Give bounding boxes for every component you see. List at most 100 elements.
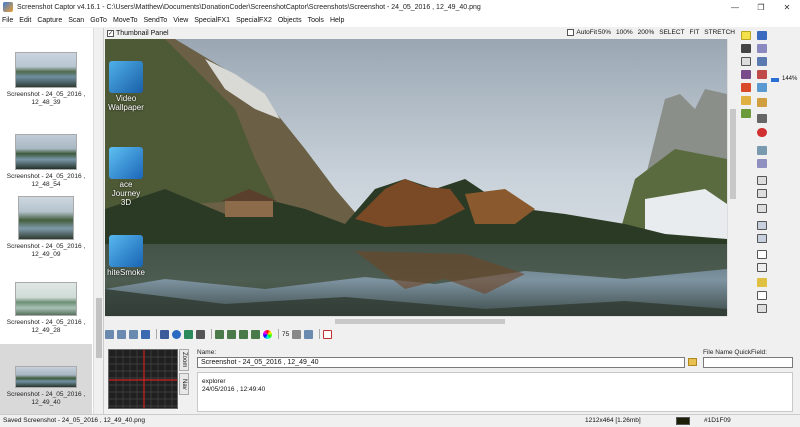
note-icon[interactable] — [323, 329, 333, 339]
menu-help[interactable]: Help — [330, 17, 344, 24]
zoom-slider[interactable]: 144% — [771, 75, 800, 85]
tab-zoom[interactable]: Zoom — [179, 349, 189, 371]
toolbar-divider — [211, 329, 212, 339]
image-icon[interactable] — [304, 329, 314, 339]
autofit-checkbox[interactable] — [567, 29, 575, 36]
lock-icon[interactable] — [141, 329, 150, 339]
menu-scan[interactable]: Scan — [68, 17, 84, 24]
image-dimensions: 1212x464 [1.26mb] — [585, 417, 641, 424]
zoom-slider-bar[interactable] — [771, 78, 779, 82]
menu-objects[interactable]: Objects — [278, 17, 302, 24]
status-message: Saved Screenshot - 24_05_2016 , 12_49_40… — [3, 417, 146, 424]
canvas-vertical-scrollbar[interactable] — [727, 39, 737, 316]
thumbnail-item[interactable]: Screenshot - 24_05_2016 , 12_48_39 — [0, 52, 92, 107]
delete-icon[interactable] — [757, 70, 767, 79]
thumbnail-scrollbar[interactable] — [93, 28, 103, 414]
filter-1-icon[interactable] — [215, 329, 224, 339]
zoom-fit-button[interactable]: FIT — [690, 29, 700, 36]
crop-icon[interactable] — [757, 204, 767, 213]
menu-moveto[interactable]: MoveTo — [113, 17, 138, 24]
thumbnail-item[interactable]: Screenshot - 24_05_2016 , 12_48_54 — [0, 134, 92, 189]
color-wheel-icon[interactable] — [263, 329, 272, 339]
tab-nav[interactable]: Nav — [179, 373, 189, 395]
printer-icon[interactable] — [757, 114, 767, 123]
zoom-200-button[interactable]: 200% — [638, 29, 655, 36]
filter-2-icon[interactable] — [227, 329, 236, 339]
grid-icon[interactable] — [757, 176, 767, 185]
name-field[interactable]: Screenshot - 24_05_2016 , 12_49_40 — [197, 357, 685, 368]
thumbnail-scrollbar-thumb[interactable] — [96, 298, 102, 358]
navigator-preview[interactable] — [108, 349, 178, 409]
image-adjust-icon[interactable] — [184, 329, 193, 339]
pen-tool-icon[interactable] — [741, 44, 751, 53]
link-icon[interactable] — [757, 159, 767, 168]
quality-value[interactable]: 75 — [282, 331, 289, 338]
zoom-50-button[interactable]: 50% — [598, 29, 611, 36]
stamp-tool-icon[interactable] — [741, 83, 751, 92]
thumbnail-item[interactable]: Screenshot - 24_05_2016 , 12_49_09 — [0, 196, 92, 259]
copy-icon[interactable] — [757, 44, 767, 53]
quickfield-input[interactable] — [703, 357, 793, 368]
shadow-icon[interactable] — [757, 263, 767, 272]
maximize-button[interactable]: ❐ — [748, 0, 774, 14]
menu-specialfx2[interactable]: SpecialFX2 — [236, 17, 272, 24]
select-region-icon[interactable] — [757, 189, 767, 198]
folder-icon[interactable] — [757, 98, 767, 107]
toolbar-divider — [156, 329, 157, 339]
zoom-percent: 144% — [782, 76, 798, 82]
filter-3-icon[interactable] — [239, 329, 248, 339]
highlight-tool-icon[interactable] — [741, 31, 751, 40]
brush-tool-icon[interactable] — [741, 70, 751, 79]
image-canvas[interactable]: Video Wallpaper ace Journey 3D hiteSmoke — [105, 39, 727, 316]
frame-icon[interactable] — [757, 234, 767, 243]
save-icon[interactable] — [757, 31, 767, 40]
canvas-horizontal-scrollbar-thumb[interactable] — [335, 319, 505, 324]
highlighter-icon[interactable] — [757, 278, 767, 287]
record-icon[interactable] — [757, 128, 767, 137]
filter-4-icon[interactable] — [251, 329, 260, 339]
monitor-icon[interactable] — [757, 146, 767, 155]
triangle-icon[interactable] — [196, 329, 205, 339]
bottom-toolbar: 75 — [105, 327, 405, 341]
globe-icon[interactable] — [172, 329, 181, 339]
video-wallpaper-icon — [109, 61, 143, 93]
menu-capture[interactable]: Capture — [37, 17, 62, 24]
upload-icon[interactable] — [757, 83, 767, 92]
resize-tool-icon[interactable] — [741, 109, 751, 118]
minimize-button[interactable]: — — [722, 0, 748, 14]
menu-edit[interactable]: Edit — [19, 17, 31, 24]
rotate-right-icon[interactable] — [117, 329, 126, 339]
menu-view[interactable]: View — [173, 17, 188, 24]
menu-sendto[interactable]: SendTo — [143, 17, 167, 24]
close-button[interactable]: ✕ — [774, 0, 800, 14]
thumbnail-item[interactable]: Screenshot - 24_05_2016 , 12_49_28 — [0, 282, 92, 335]
notes-field[interactable]: explorer 24/05/2016 , 12:49:40 — [197, 372, 793, 412]
contrast-icon[interactable] — [160, 329, 169, 339]
thumbnail-caption-time: 12_48_39 — [31, 99, 61, 106]
app-icon — [3, 2, 13, 12]
email-icon[interactable] — [757, 57, 767, 66]
zoom-100-button[interactable]: 100% — [616, 29, 633, 36]
thumbnail-panel-checkbox[interactable]: ✓ — [107, 30, 114, 37]
flip-icon[interactable] — [129, 329, 138, 339]
space-journey-icon — [109, 147, 143, 179]
menu-tools[interactable]: Tools — [308, 17, 324, 24]
zoom-select-button[interactable]: SELECT — [659, 29, 684, 36]
rectangle-icon[interactable] — [757, 250, 767, 259]
window-icon[interactable] — [757, 221, 767, 230]
crop-tool-icon[interactable] — [741, 96, 751, 105]
settings-icon[interactable] — [757, 304, 767, 313]
thumbnail-item-selected[interactable]: Screenshot - 24_05_2016 , 12_49_40 — [0, 344, 92, 414]
menu-file[interactable]: File — [2, 17, 13, 24]
browse-folder-icon[interactable] — [688, 358, 697, 366]
quality-stepper-icon[interactable] — [292, 329, 302, 339]
menu-goto[interactable]: GoTo — [90, 17, 107, 24]
text-tool-icon[interactable] — [741, 57, 751, 66]
canvas-horizontal-scrollbar[interactable] — [105, 316, 727, 325]
canvas-vertical-scrollbar-thumb[interactable] — [730, 109, 736, 199]
menu-specialfx1[interactable]: SpecialFX1 — [194, 17, 230, 24]
zoom-stretch-button[interactable]: STRETCH — [704, 29, 735, 36]
notes-line: explorer — [202, 378, 226, 385]
rotate-left-icon[interactable] — [105, 329, 114, 339]
pointer-icon[interactable] — [757, 291, 767, 300]
